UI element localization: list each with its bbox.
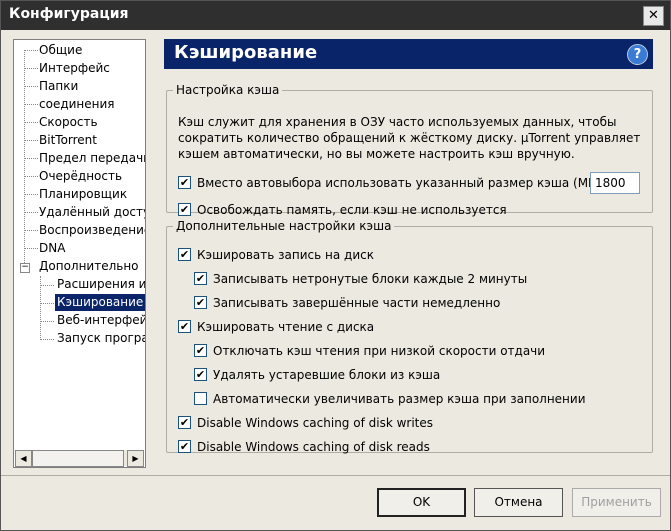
remove-old-blocks-checkbox[interactable]: ✔ — [194, 368, 207, 381]
write-untouched-checkbox[interactable]: ✔ — [194, 272, 207, 285]
settings-tree[interactable]: Общие Интерфейс Папки соединения Скорост… — [13, 39, 146, 468]
advanced-cache-group: Дополнительные настройки кэша ✔ Кэширова… — [166, 219, 653, 454]
ok-button[interactable]: OK — [377, 488, 466, 517]
advanced-cache-legend: Дополнительные настройки кэша — [176, 219, 392, 233]
tree-line — [24, 50, 38, 51]
tree-line — [24, 140, 38, 141]
tree-item-remote[interactable]: Удалённый доступ — [39, 204, 145, 221]
tree-line — [24, 104, 38, 105]
tree-line — [24, 230, 38, 231]
override-size-checkbox[interactable]: ✔ — [178, 176, 191, 189]
config-window: Конфигурация ✕ Общие Интерфейс Папки сое… — [0, 0, 671, 531]
tree-item-run-program[interactable]: Запуск программ — [57, 330, 145, 347]
tree-line — [40, 285, 54, 286]
auto-grow-checkbox[interactable] — [194, 392, 207, 405]
tree-item-queueing[interactable]: Очерёдность — [39, 168, 122, 185]
write-untouched-label: Записывать нетронутые блоки каждые 2 мин… — [213, 272, 528, 286]
tree-item-scheduler[interactable]: Планировщик — [39, 186, 127, 203]
tree-item-dna[interactable]: DNA — [39, 240, 65, 257]
tree-item-speed[interactable]: Скорость — [39, 114, 98, 131]
close-button[interactable]: ✕ — [643, 6, 664, 26]
tree-item-folders[interactable]: Папки — [39, 78, 78, 95]
collapse-toggle[interactable]: − — [20, 263, 30, 273]
tree-item-interface[interactable]: Интерфейс — [39, 60, 110, 77]
help-icon[interactable]: ? — [627, 44, 648, 65]
read-cache-label: Кэшировать чтение с диска — [197, 320, 375, 334]
footer-divider — [1, 475, 670, 476]
read-cache-checkbox[interactable]: ✔ — [178, 320, 191, 333]
write-cache-label: Кэшировать запись на диск — [197, 248, 374, 262]
tree-line — [40, 321, 54, 322]
tree-line — [24, 194, 38, 195]
tree-hscrollbar[interactable]: ◀ ▶ — [15, 450, 144, 467]
cache-settings-group: Настройка кэша Кэш служит для хранения в… — [166, 83, 653, 217]
panel-title: Кэширование — [174, 42, 318, 63]
scroll-right-button[interactable]: ▶ — [127, 450, 144, 467]
tree-line — [24, 248, 38, 249]
write-cache-checkbox[interactable]: ✔ — [178, 248, 191, 261]
cancel-button[interactable]: Отмена — [474, 488, 563, 517]
window-title: Конфигурация — [9, 6, 129, 22]
tree-item-ui-extras[interactable]: Расширения интерфейса — [57, 276, 145, 293]
write-finished-label: Записывать завершённые части немедленно — [213, 296, 501, 310]
free-memory-checkbox[interactable]: ✔ — [178, 203, 191, 216]
cache-settings-legend: Настройка кэша — [176, 83, 280, 97]
override-size-label: Вместо автовыбора использовать указанный… — [197, 176, 606, 190]
scroll-thumb[interactable] — [32, 450, 124, 467]
disable-win-read-label: Disable Windows caching of disk reads — [197, 440, 430, 454]
cache-description: Кэш служит для хранения в ОЗУ часто испо… — [178, 115, 641, 161]
auto-grow-label: Автоматически увеличивать размер кэша пр… — [213, 392, 586, 406]
title-bar[interactable]: Конфигурация ✕ — [1, 1, 670, 30]
tree-item-web-ui[interactable]: Веб-интерфейс — [57, 312, 145, 329]
disable-read-cache-checkbox[interactable]: ✔ — [194, 344, 207, 357]
free-memory-label: Освобождать память, если кэш не использу… — [197, 203, 507, 217]
tree-line — [24, 176, 38, 177]
tree-item-connections[interactable]: соединения — [39, 96, 115, 113]
write-finished-checkbox[interactable]: ✔ — [194, 296, 207, 309]
tree-item-transfer-cap[interactable]: Предел передачи — [39, 150, 145, 167]
tree-item-bittorrent[interactable]: BitTorrent — [39, 132, 97, 149]
tree-line — [40, 303, 54, 304]
tree-line — [24, 122, 38, 123]
override-size-option[interactable]: ✔ Вместо автовыбора использовать указанн… — [178, 175, 605, 191]
tree-line — [24, 68, 38, 69]
cache-size-input[interactable]: 1800 — [590, 172, 640, 194]
tree-item-playback[interactable]: Воспроизведение — [39, 222, 145, 239]
tree-line — [24, 86, 38, 87]
free-memory-option[interactable]: ✔ Освобождать память, если кэш не исполь… — [178, 202, 578, 218]
disable-read-cache-label: Отключать кэш чтения при низкой скорости… — [213, 344, 546, 358]
tree-line — [40, 339, 54, 340]
disable-win-write-checkbox[interactable]: ✔ — [178, 416, 191, 429]
disable-win-read-checkbox[interactable]: ✔ — [178, 440, 191, 453]
tree-line — [24, 158, 38, 159]
remove-old-blocks-label: Удалять устаревшие блоки из кэша — [213, 368, 441, 382]
tree-item-general[interactable]: Общие — [39, 42, 82, 59]
tree-item-caching[interactable]: Кэширование — [55, 294, 145, 311]
panel-header: Кэширование ? — [164, 39, 653, 69]
scroll-left-button[interactable]: ◀ — [15, 450, 32, 467]
tree-line — [24, 212, 38, 213]
disable-win-write-label: Disable Windows caching of disk writes — [197, 416, 434, 430]
apply-button[interactable]: Применить — [572, 488, 661, 517]
tree-item-advanced[interactable]: Дополнительно — [39, 258, 139, 275]
